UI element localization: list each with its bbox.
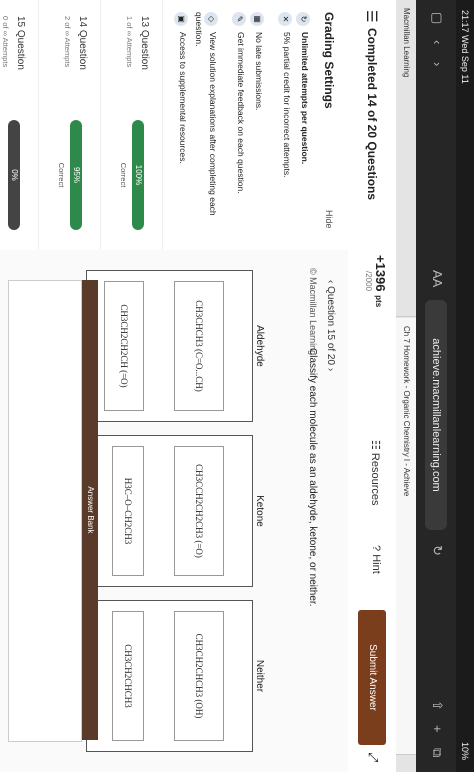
app-header: ☰ Completed 14 of 20 Questions +1396 pts… bbox=[347, 0, 396, 772]
molecule-chip[interactable]: H3C–O–CH2CH3 bbox=[112, 446, 144, 576]
resources-button[interactable]: ☷ Resources bbox=[369, 440, 382, 506]
molecule-chip[interactable]: CH3CCH2CH2CH3 (=O) bbox=[174, 446, 224, 576]
close-icon: ✕ bbox=[278, 12, 292, 26]
text-size-button[interactable]: AA bbox=[430, 270, 445, 287]
grading-item-solutions: ◇View solution explanations after comple… bbox=[194, 12, 218, 216]
submit-answer-button[interactable]: Submit Answer bbox=[358, 610, 386, 745]
grading-panel: Grading Settings Hide ↻Unlimited attempt… bbox=[0, 0, 348, 251]
question-attempts: 0 of ∞ Attempts bbox=[1, 16, 10, 68]
question-label: 13 Question bbox=[139, 16, 150, 70]
question-attempts: 1 of ∞ Attempts bbox=[125, 16, 134, 68]
feedback-icon: ✎ bbox=[232, 12, 246, 26]
tab-macmillan[interactable]: Macmillan Learning bbox=[396, 0, 416, 317]
molecule-chip[interactable]: CH3CH2CHCH3 bbox=[112, 611, 144, 741]
grading-item-resources: ▣Access to supplemental resources. bbox=[174, 12, 188, 237]
grading-title: Grading Settings bbox=[322, 12, 336, 109]
tabs-icon[interactable]: ⧉ bbox=[429, 748, 445, 757]
tab-strip: Macmillan Learning Ch 7 Homework - Organ… bbox=[396, 0, 416, 772]
question-row-13[interactable]: 13 Question 1 of ∞ Attempts 100% Correct bbox=[100, 0, 163, 250]
question-score-bar: 100% bbox=[132, 120, 144, 230]
molecule-chip[interactable]: CH3CH2CHCH3 (OH) bbox=[174, 611, 224, 741]
bin-ketone[interactable]: Ketone CH3CCH2CH2CH3 (=O) H3C–O–CH2CH3 bbox=[86, 435, 265, 587]
question-nav[interactable]: ‹ Question 15 of 20 › bbox=[325, 280, 336, 371]
reload-icon[interactable]: ↻ bbox=[429, 545, 445, 556]
progress-label[interactable]: Completed 14 of 20 Questions bbox=[365, 28, 379, 200]
refresh-icon: ↻ bbox=[296, 12, 310, 26]
book-icon: ▣ bbox=[174, 12, 188, 26]
browser-toolbar: ▢ ‹ › AA achieve.macmillanlearning.com ↻… bbox=[416, 0, 456, 772]
bin-title: Ketone bbox=[254, 495, 265, 527]
question-attempts: 2 of ∞ Attempts bbox=[63, 16, 72, 68]
answer-bank-header: Answer Bank bbox=[82, 280, 98, 740]
points-display: +1396 pts /2000 bbox=[364, 255, 388, 308]
lightbulb-icon: ◇ bbox=[204, 12, 218, 26]
tablet-screen: 21:17 Wed Sep 11 10% ▢ ‹ › AA achieve.ma… bbox=[0, 0, 474, 772]
tab-homework[interactable]: Ch 7 Homework - Organic Chemistry I - Ac… bbox=[396, 318, 416, 755]
grading-item-partial: ✕5% partial credit for incorrect attempt… bbox=[278, 12, 292, 237]
answer-bank[interactable] bbox=[8, 280, 82, 742]
url-bar[interactable]: achieve.macmillanlearning.com bbox=[425, 300, 447, 530]
question-row-14[interactable]: 14 Question 2 of ∞ Attempts 95% Correct bbox=[38, 0, 101, 250]
expand-icon[interactable]: ⤢ bbox=[365, 752, 381, 762]
question-prompt: Classify each molecule as an aldehyde, k… bbox=[307, 348, 318, 607]
question-score-bar: 95% bbox=[70, 120, 82, 230]
grading-item-feedback: ✎Get immediate feedback on each question… bbox=[232, 12, 246, 237]
calendar-icon: ▦ bbox=[250, 12, 264, 26]
status-bar: 21:17 Wed Sep 11 10% bbox=[456, 0, 474, 772]
bin-title: Aldehyde bbox=[254, 325, 265, 367]
battery-indicator: 10% bbox=[460, 741, 470, 760]
question-label: 15 Question bbox=[15, 16, 26, 70]
menu-icon[interactable]: ☰ bbox=[363, 10, 380, 23]
status-time: 21:17 Wed Sep 11 bbox=[460, 10, 470, 84]
hint-button[interactable]: ? Hint bbox=[370, 545, 382, 574]
back-icon[interactable]: ‹ bbox=[430, 40, 445, 44]
bin-neither[interactable]: Neither CH3CH2CHCH3 (OH) CH3CH2CHCH3 bbox=[86, 600, 265, 752]
molecule-chip[interactable]: CH3CHCH3 (C=O...CH) bbox=[174, 281, 224, 411]
question-status: Correct bbox=[119, 162, 128, 188]
drop-bins: Aldehyde CH3CHCH3 (C=O...CH) CH3CH2CH2CH… bbox=[86, 270, 293, 752]
bin-title: Neither bbox=[254, 659, 265, 693]
grading-item-late: ▦No late submissions. bbox=[250, 12, 264, 237]
forward-icon[interactable]: › bbox=[430, 62, 445, 66]
question-score-bar: 0% bbox=[8, 120, 20, 230]
share-icon[interactable]: ⇧ bbox=[429, 700, 445, 711]
question-status: Correct bbox=[57, 162, 66, 188]
grading-item-attempts: ↻Unlimited attempts per question. bbox=[296, 12, 310, 237]
rotated-canvas: 21:17 Wed Sep 11 10% ▢ ‹ › AA achieve.ma… bbox=[0, 0, 474, 772]
hide-button[interactable]: Hide bbox=[324, 210, 334, 229]
molecule-chip[interactable]: CH3CH2CH2CH (=O) bbox=[104, 281, 144, 411]
question-row-15[interactable]: 15 Question 0 of ∞ Attempts 0% bbox=[0, 0, 39, 250]
sidebar-icon[interactable]: ▢ bbox=[429, 12, 445, 24]
question-label: 14 Question bbox=[77, 16, 88, 70]
question-main: ‹ Question 15 of 20 › © Macmillan Learni… bbox=[0, 250, 348, 772]
bin-aldehyde[interactable]: Aldehyde CH3CHCH3 (C=O...CH) CH3CH2CH2CH… bbox=[86, 270, 265, 422]
new-tab-icon[interactable]: + bbox=[430, 725, 445, 733]
copyright: © Macmillan Learning bbox=[308, 268, 318, 356]
